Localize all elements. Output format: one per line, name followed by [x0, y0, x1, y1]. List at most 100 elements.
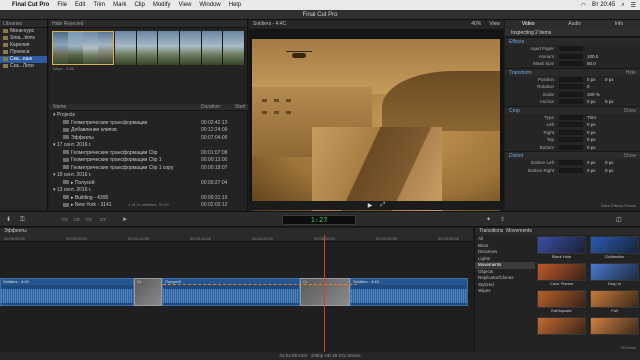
clip-filmstrip[interactable]	[115, 31, 246, 65]
param-slider[interactable]	[559, 76, 583, 82]
param-value[interactable]: 100 %	[587, 91, 600, 99]
param-slider[interactable]	[559, 114, 583, 120]
view-menu[interactable]: View	[489, 20, 500, 29]
param-value[interactable]: 0 px	[587, 136, 596, 144]
playhead[interactable]	[324, 235, 325, 352]
list-item[interactable]: Геометрические трансформации Clip 1 00:00…	[49, 157, 248, 165]
effects-browser-icon[interactable]: ◫	[616, 216, 622, 224]
range-selection[interactable]	[163, 284, 357, 286]
library-item[interactable]: Карелия	[0, 42, 47, 49]
param-value[interactable]: 0 px	[587, 159, 596, 167]
param-value[interactable]: 0	[587, 83, 590, 91]
video-frame[interactable]	[252, 39, 500, 211]
list-item[interactable]: ▾ 17 сент. 2016 г.	[49, 142, 248, 150]
inspector-section-header[interactable]: Transform Hide	[505, 67, 640, 76]
menu-help[interactable]: Help	[229, 2, 241, 8]
library-item[interactable]: Ска...ешн	[0, 56, 47, 63]
menu-view[interactable]: View	[179, 2, 192, 8]
param-slider[interactable]	[559, 144, 583, 150]
param-value[interactable]: 100.0	[587, 53, 598, 61]
menu-edit[interactable]: Edit	[75, 2, 85, 8]
transition-thumbnail[interactable]: Color Planes	[537, 263, 586, 287]
browser-header[interactable]: Hide Rejected	[49, 20, 247, 28]
param-slider[interactable]	[559, 99, 583, 104]
timecode-display[interactable]: 1:27	[282, 215, 356, 225]
param-slider[interactable]	[559, 53, 583, 59]
save-effects-preset-button[interactable]: Save Effects Preset	[601, 203, 636, 208]
column-name[interactable]: Name	[53, 104, 66, 111]
list-item[interactable]: Добавление клипов 00:12:24:09	[49, 127, 248, 135]
list-item[interactable]: ▸ Building - 4395 00:00:31:19	[49, 195, 248, 203]
zoom-menu[interactable]: 40%	[471, 20, 481, 29]
timeline-ruler[interactable]: 00:00:00:00 00:00:05:00 00:00:10:00 00:00:1…	[0, 235, 473, 242]
tab-audio[interactable]: Audio	[568, 20, 581, 29]
insert-clip-button[interactable]: ▭	[74, 216, 80, 224]
transition-thumbnail[interactable]: Fall	[590, 290, 639, 314]
param-value[interactable]: 0 px	[587, 167, 596, 175]
list-icon[interactable]: ☰	[631, 2, 636, 9]
append-clip-button[interactable]: ▭	[86, 216, 92, 224]
connect-clip-button[interactable]: ▭	[62, 216, 68, 224]
transition-category[interactable]: Wipes	[475, 288, 535, 295]
clock[interactable]: Вт 20:45	[592, 2, 615, 9]
transition-thumbnail[interactable]: Drop In	[590, 263, 639, 287]
tab-video[interactable]: Video	[522, 20, 535, 29]
param-value[interactable]: 50.0	[587, 60, 596, 68]
transition-thumbnail[interactable]: Earthquake	[537, 290, 586, 314]
fullscreen-icon[interactable]: ⤢	[380, 202, 385, 209]
param-value[interactable]: 0 px	[587, 76, 596, 84]
transition-clip[interactable]: Cr	[134, 278, 162, 306]
library-item[interactable]: Ска...Лети	[0, 63, 47, 70]
enhance-icon[interactable]: ✦	[486, 216, 491, 224]
transition-thumbnail[interactable]	[590, 317, 639, 341]
menu-clip[interactable]: Clip	[134, 2, 144, 8]
param-slider[interactable]	[559, 84, 583, 89]
param-slider[interactable]	[559, 137, 583, 142]
param-slider[interactable]	[559, 91, 583, 97]
inspector-section-header[interactable]: Effects	[505, 37, 640, 45]
menu-mark[interactable]: Mark	[113, 2, 126, 8]
inspector-section-header[interactable]: Crop Show	[505, 105, 640, 114]
menu-file[interactable]: File	[57, 2, 67, 8]
play-button[interactable]: ▶	[368, 202, 373, 209]
param-value[interactable]: 0 px	[605, 98, 614, 106]
param-value[interactable]: Trim	[587, 114, 596, 122]
overwrite-clip-button[interactable]: ▭	[100, 216, 106, 224]
wifi-icon[interactable]: ◠	[581, 2, 586, 9]
param-value[interactable]: 0 px	[587, 98, 596, 106]
param-slider[interactable]	[559, 46, 583, 51]
param-value[interactable]: 0 px	[605, 167, 614, 175]
param-slider[interactable]	[559, 122, 583, 127]
key-icon[interactable]: ⚿	[20, 216, 25, 224]
param-slider[interactable]	[559, 61, 583, 66]
list-item[interactable]: Геометрические трансформации Clip 00:01:0…	[49, 150, 248, 158]
share-icon[interactable]: ⇪	[500, 216, 505, 224]
param-slider[interactable]	[559, 160, 583, 165]
list-item[interactable]: ▾ 13 сент. 2016 г.	[49, 187, 248, 195]
column-start[interactable]: Start	[235, 104, 246, 111]
timeline[interactable]: 00:00:00:00 00:00:05:00 00:00:10:00 00:00:1…	[0, 235, 473, 352]
library-item[interactable]: Мини-курс	[0, 28, 47, 35]
download-icon[interactable]: ⬇	[6, 216, 11, 224]
timeline-clip[interactable]: Полусей	[162, 278, 300, 306]
param-value[interactable]: 0 px	[587, 121, 596, 129]
list-item[interactable]: Эффекты 00:07:04:09	[49, 135, 248, 143]
list-item[interactable]: ▾ 19 сент. 2016 г.	[49, 172, 248, 180]
list-item[interactable]: Геометрические трансформации 00:02:42:13	[49, 120, 248, 128]
param-slider[interactable]	[559, 129, 583, 135]
transition-clip[interactable]: Cr	[300, 278, 350, 306]
param-slider[interactable]	[559, 167, 583, 173]
transition-thumbnail[interactable]: Clothesline	[590, 236, 639, 260]
timeline-index-label[interactable]: Эффекты	[0, 228, 473, 235]
menu-modify[interactable]: Modify	[153, 2, 171, 8]
library-item[interactable]: Sma...tions	[0, 35, 47, 42]
list-item[interactable]: Геометрические трансформации Clip 1 copy…	[49, 165, 248, 173]
param-value[interactable]: 0 px	[605, 76, 614, 84]
transition-thumbnail[interactable]: Black Hole	[537, 236, 586, 260]
library-item[interactable]: Проекси	[0, 49, 47, 56]
select-tool-icon[interactable]: ➤	[122, 216, 127, 224]
search-icon[interactable]: ⌕	[621, 2, 624, 9]
timeline-clip[interactable]: Soldiers - 4:4C	[0, 278, 134, 306]
menu-window[interactable]: Window	[199, 2, 220, 8]
param-value[interactable]: 0 px	[587, 129, 596, 137]
